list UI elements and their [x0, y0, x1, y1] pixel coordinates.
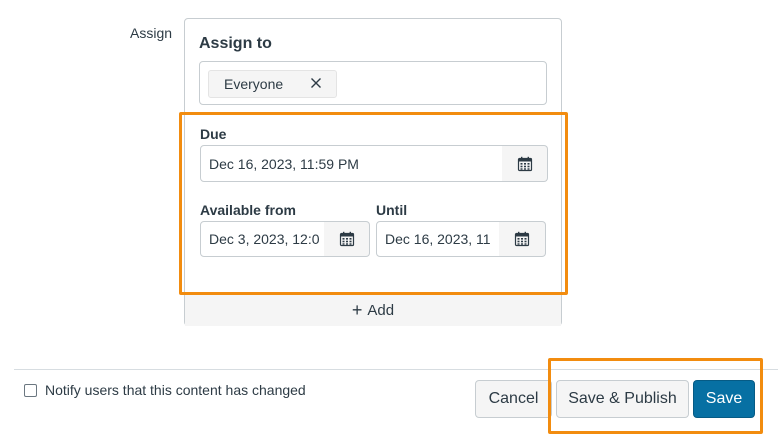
- dates-highlight-box: [179, 112, 568, 295]
- buttons-highlight-box: [548, 358, 763, 434]
- assign-to-title: Assign to: [199, 35, 272, 52]
- assignee-tag-label: Everyone: [224, 76, 284, 92]
- notify-users-option[interactable]: Notify users that this content has chang…: [24, 382, 306, 398]
- add-label: Add: [367, 301, 395, 319]
- assignee-tag-everyone[interactable]: Everyone: [208, 70, 337, 98]
- plus-icon: +: [351, 299, 363, 320]
- assign-section-label: Assign: [130, 25, 173, 41]
- notify-users-checkbox[interactable]: [24, 383, 37, 397]
- cancel-button[interactable]: Cancel: [475, 380, 552, 418]
- notify-users-label: Notify users that this content has chang…: [45, 382, 306, 398]
- close-icon[interactable]: [308, 75, 324, 91]
- add-assignment-button[interactable]: + Add: [185, 293, 561, 326]
